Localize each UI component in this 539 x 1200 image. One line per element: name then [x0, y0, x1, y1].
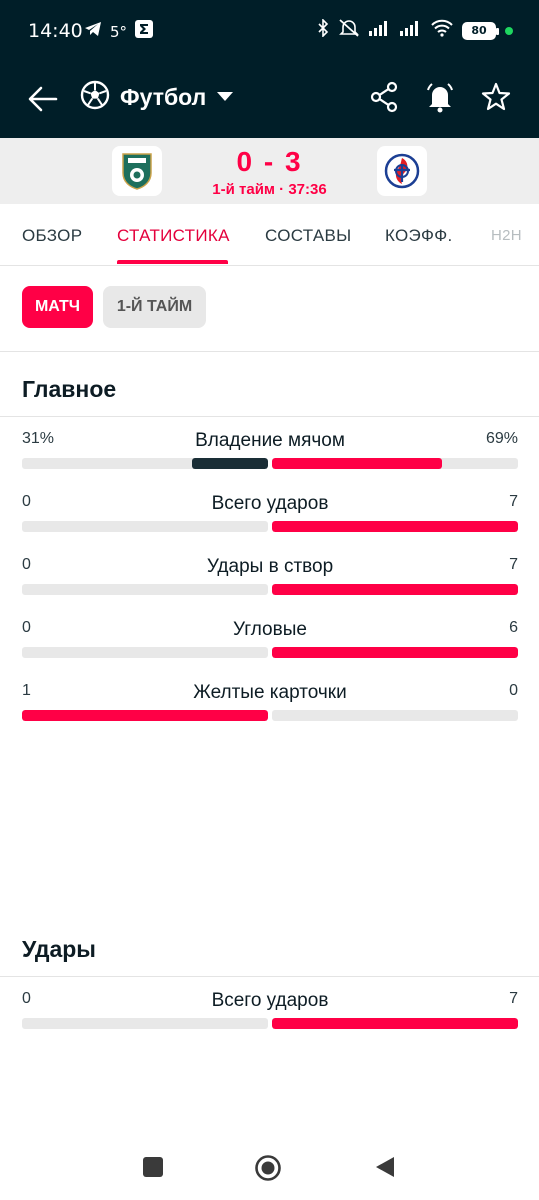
share-icon[interactable]: [369, 80, 399, 114]
stat-row: 0 Угловые 6: [22, 619, 518, 671]
system-nav-bar: [0, 1134, 539, 1200]
mute-icon: [338, 18, 360, 43]
stat-label: Удары в створ: [206, 556, 334, 577]
signal-icon: [400, 20, 422, 41]
stat-home-bar-track: [22, 647, 268, 658]
tab-statistics[interactable]: СТАТИСТИКА: [117, 226, 230, 246]
back-arrow-icon[interactable]: [26, 82, 60, 116]
stat-away-value: 0: [509, 682, 518, 699]
section-divider: [0, 976, 539, 977]
filter-match-button[interactable]: МАТЧ: [22, 286, 93, 328]
match-score: 0 - 3: [236, 146, 303, 177]
match-period: 1-й тайм · 37:36: [212, 181, 327, 198]
filter-first-half-button[interactable]: 1-Й ТАЙМ: [103, 286, 206, 328]
stat-row: 0 Всего ударов 7: [22, 990, 518, 1042]
match-score-header[interactable]: 0 - 3 1-й тайм · 37:36: [0, 138, 539, 204]
sport-title: Футбол: [120, 84, 207, 110]
stat-away-bar-track: [272, 584, 518, 595]
stat-label: Всего ударов: [211, 990, 329, 1011]
stat-away-bar-track: [272, 1018, 518, 1029]
stat-label: Угловые: [233, 619, 307, 640]
recent-apps-button[interactable]: [140, 1154, 166, 1180]
status-bar: 14:40 5° 80: [0, 0, 539, 62]
away-team-logo[interactable]: [377, 146, 427, 196]
stat-away-bar-fill: [272, 458, 442, 469]
tab-odds[interactable]: КОЭФФ.: [385, 226, 453, 246]
stat-label: Владение мячом: [195, 430, 345, 451]
stat-away-bar-fill: [272, 1018, 518, 1029]
section-title-shots: Удары: [22, 936, 96, 962]
stat-away-value: 7: [509, 493, 518, 510]
match-tabs: ОБЗОР СТАТИСТИКА СОСТАВЫ КОЭФФ. H2H: [0, 204, 539, 266]
stat-away-bar-track: [272, 647, 518, 658]
signal-icon: [369, 20, 391, 41]
status-time: 14:40: [28, 20, 83, 42]
bluetooth-icon: [317, 18, 329, 42]
sigma-app-icon: [135, 20, 154, 43]
back-button[interactable]: [372, 1154, 398, 1180]
star-icon[interactable]: [481, 80, 511, 114]
telegram-icon: [84, 21, 102, 42]
stat-away-bar-fill: [272, 521, 518, 532]
tab-lineups[interactable]: СОСТАВЫ: [265, 226, 352, 246]
period-filter: МАТЧ 1-Й ТАЙМ: [0, 266, 539, 352]
stat-away-bar-track: [272, 521, 518, 532]
stat-home-bar-track: [22, 584, 268, 595]
stat-home-bar-fill: [22, 710, 268, 721]
battery-icon: 80: [462, 21, 499, 40]
tab-overview[interactable]: ОБЗОР: [22, 226, 82, 246]
home-button[interactable]: [254, 1154, 281, 1181]
stat-home-bar-fill: [192, 458, 268, 469]
stat-row: 0 Удары в створ 7: [22, 556, 518, 608]
stat-away-bar-track: [272, 458, 518, 469]
alarm-bell-icon[interactable]: [425, 80, 455, 114]
stat-away-value: 69%: [485, 430, 518, 447]
stat-away-value: 7: [509, 556, 518, 573]
privacy-indicator-dot: [505, 26, 513, 35]
chevron-down-icon: [216, 89, 234, 107]
section-divider: [0, 416, 539, 417]
section-title-main: Главное: [22, 376, 117, 402]
stat-away-value: 7: [509, 990, 518, 1007]
stat-home-bar-track: [22, 710, 268, 721]
app-header: Футбол: [0, 62, 539, 138]
stat-row: 1 Желтые карточки 0: [22, 682, 518, 734]
tab-h2h[interactable]: H2H: [491, 227, 522, 244]
soccer-ball-icon: [80, 80, 110, 115]
stat-home-bar-track: [22, 1018, 268, 1029]
stat-row: 31% Владение мячом 69%: [22, 430, 518, 482]
stat-row: 0 Всего ударов 7: [22, 493, 518, 545]
wifi-icon: [431, 19, 453, 42]
stat-label: Желтые карточки: [193, 682, 347, 703]
sport-selector[interactable]: Футбол: [80, 80, 234, 115]
stat-away-value: 6: [509, 619, 518, 636]
stat-home-bar-track: [22, 458, 268, 469]
stat-away-bar-fill: [272, 647, 518, 658]
stat-label: Всего ударов: [211, 493, 329, 514]
stat-away-bar-fill: [272, 584, 518, 595]
active-tab-indicator: [117, 260, 228, 264]
stat-away-bar-track: [272, 710, 518, 721]
stat-home-bar-track: [22, 521, 268, 532]
status-temperature: 5°: [110, 22, 128, 41]
